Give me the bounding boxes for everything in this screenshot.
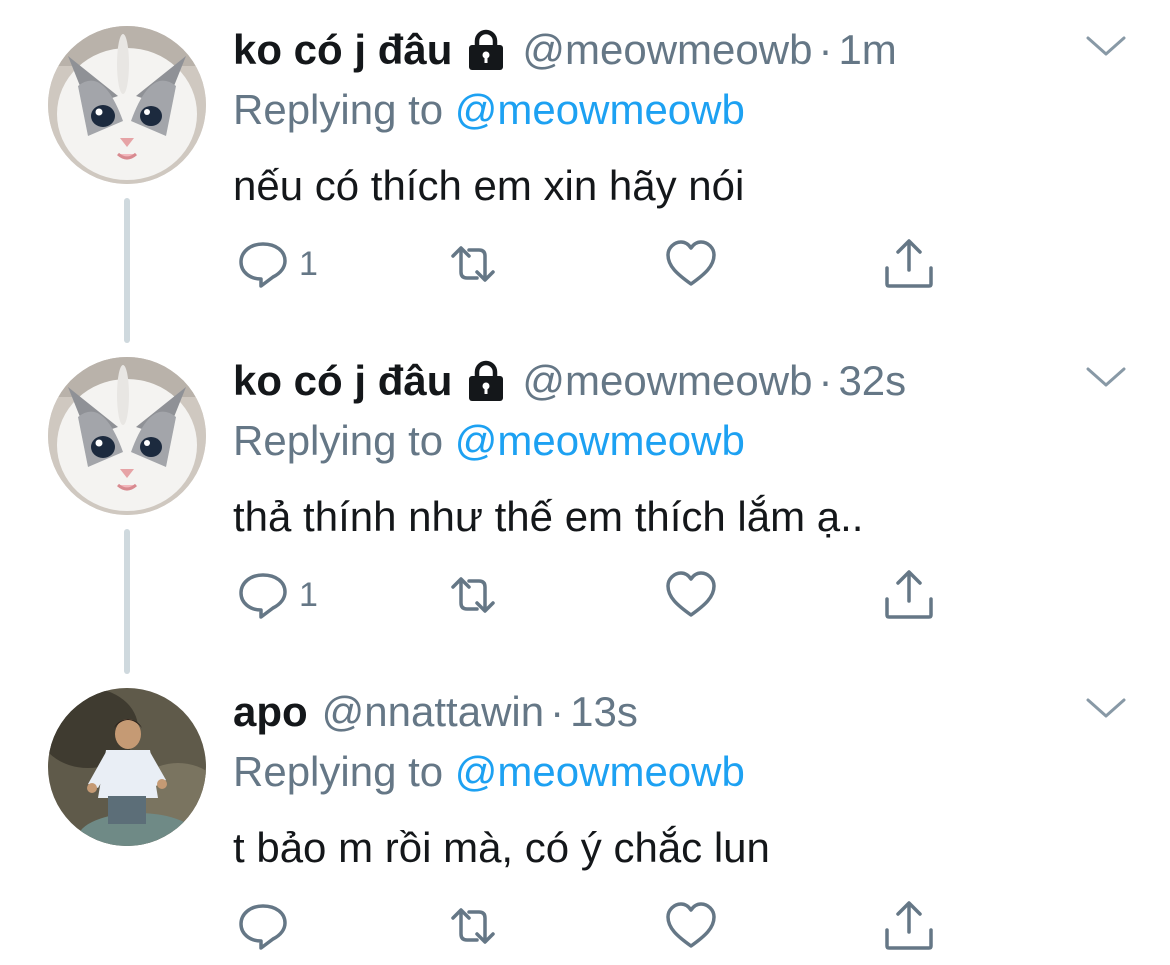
reply-count: 1 <box>299 245 318 283</box>
tweet-text: nếu có thích em xin hãy nói <box>233 162 745 209</box>
person-avatar-image <box>48 688 206 846</box>
timestamp[interactable]: 1m <box>838 22 896 78</box>
reply-icon <box>239 573 287 619</box>
separator-dot: · <box>818 357 833 404</box>
share-icon <box>885 901 933 950</box>
like-button[interactable] <box>663 565 719 625</box>
avatar[interactable] <box>48 688 206 846</box>
tweet-header: ko có j đâu @meowmeowb · 1m <box>233 22 897 78</box>
timestamp[interactable]: 32s <box>838 353 906 409</box>
kitten-avatar-image <box>48 26 206 184</box>
kitten-avatar-image <box>48 357 206 515</box>
user-handle[interactable]: @meowmeowb <box>522 353 812 409</box>
like-button[interactable] <box>663 234 719 294</box>
reply-icon <box>239 904 287 950</box>
share-button[interactable] <box>881 565 937 625</box>
replying-to-mention[interactable]: @meowmeowb <box>455 748 745 795</box>
share-button[interactable] <box>881 234 937 294</box>
tweet-actions <box>235 896 955 956</box>
replying-to: Replying to @meowmeowb <box>233 82 745 138</box>
replying-to: Replying to @meowmeowb <box>233 744 745 800</box>
user-handle[interactable]: @meowmeowb <box>522 22 812 78</box>
thread-line <box>124 198 130 343</box>
replying-to-label: Replying to <box>233 748 444 795</box>
chevron-down-icon[interactable] <box>1084 30 1128 60</box>
share-icon <box>885 239 933 288</box>
heart-icon <box>666 240 716 286</box>
tweet-actions: 1 <box>235 234 955 294</box>
reply-icon <box>239 242 287 288</box>
heart-icon <box>666 571 716 617</box>
replying-to-label: Replying to <box>233 417 444 464</box>
user-handle[interactable]: @nnattawin <box>322 684 544 740</box>
tweet-actions: 1 <box>235 565 955 625</box>
replying-to-mention[interactable]: @meowmeowb <box>455 86 745 133</box>
tweet-thread: ko có j đâu @meowmeowb · 1m Replying to … <box>0 0 1170 965</box>
reply-button[interactable]: 1 <box>235 234 318 294</box>
reply-button[interactable]: 1 <box>235 565 318 625</box>
chevron-down-icon[interactable] <box>1084 692 1128 722</box>
chevron-down-icon[interactable] <box>1084 361 1128 391</box>
retweet-icon <box>451 908 495 944</box>
retweet-icon <box>451 577 495 613</box>
retweet-button[interactable] <box>445 234 501 294</box>
display-name[interactable]: ko có j đâu <box>233 353 452 409</box>
replying-to-mention[interactable]: @meowmeowb <box>455 417 745 464</box>
separator-dot: · <box>818 26 833 73</box>
separator-dot: · <box>550 688 565 735</box>
tweet[interactable]: ko có j đâu @meowmeowb · 32s Replying to… <box>0 331 1170 674</box>
reply-count: 1 <box>299 576 318 614</box>
replying-to-label: Replying to <box>233 86 444 133</box>
display-name[interactable]: apo <box>233 684 308 740</box>
like-button[interactable] <box>663 896 719 956</box>
retweet-button[interactable] <box>445 565 501 625</box>
tweet[interactable]: ko có j đâu @meowmeowb · 1m Replying to … <box>0 0 1170 343</box>
tweet-header: apo @nnattawin · 13s <box>233 684 638 740</box>
tweet-header: ko có j đâu @meowmeowb · 32s <box>233 353 906 409</box>
retweet-icon <box>451 246 495 282</box>
lock-icon <box>464 28 508 72</box>
avatar[interactable] <box>48 357 206 515</box>
timestamp[interactable]: 13s <box>570 684 638 740</box>
lock-icon <box>464 359 508 403</box>
share-button[interactable] <box>881 896 937 956</box>
tweet[interactable]: apo @nnattawin · 13s Replying to @meowme… <box>0 662 1170 965</box>
retweet-button[interactable] <box>445 896 501 956</box>
share-icon <box>885 570 933 619</box>
reply-button[interactable] <box>235 896 299 956</box>
tweet-text: thả thính như thế em thích lắm ạ.. <box>233 493 864 540</box>
avatar[interactable] <box>48 26 206 184</box>
display-name[interactable]: ko có j đâu <box>233 22 452 78</box>
heart-icon <box>666 902 716 948</box>
replying-to: Replying to @meowmeowb <box>233 413 745 469</box>
thread-line <box>124 529 130 674</box>
tweet-text: t bảo m rồi mà, có ý chắc lun <box>233 824 770 871</box>
